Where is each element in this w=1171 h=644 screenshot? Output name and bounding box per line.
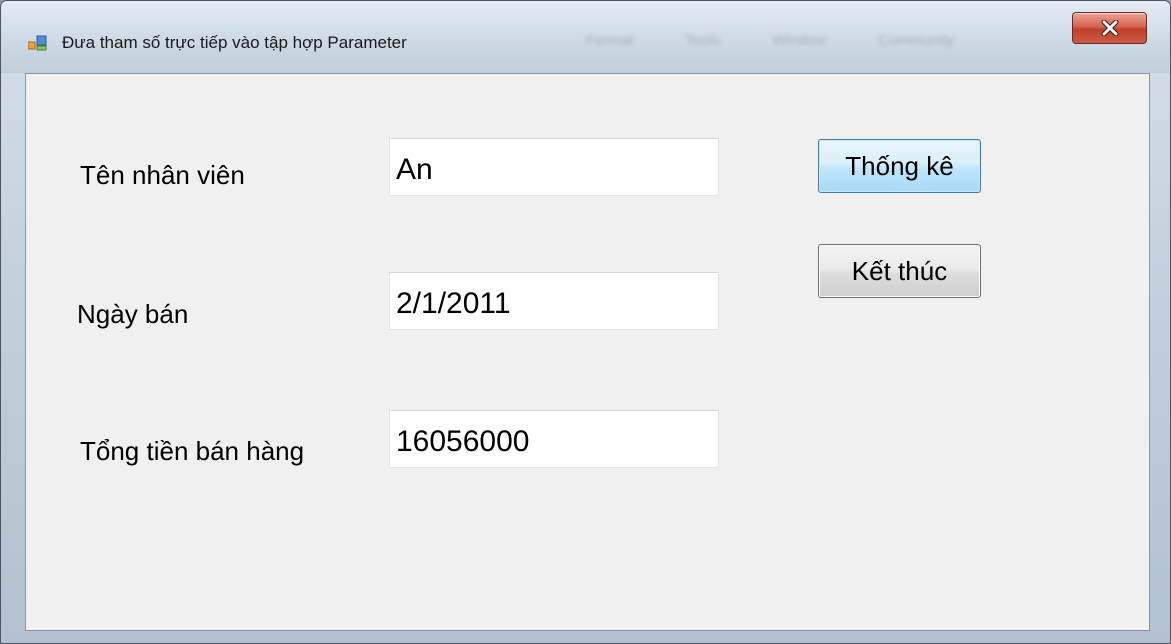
employee-name-label: Tên nhân viên <box>80 160 245 190</box>
background-menu-item: Community <box>878 32 955 49</box>
total-sales-input[interactable] <box>389 410 719 468</box>
exit-button[interactable]: Kết thúc <box>818 244 981 298</box>
total-sales-label: Tổng tiền bán hàng <box>80 436 305 466</box>
background-menu-item: Window <box>772 32 826 49</box>
form-client-area: Tên nhân viên Ngày bán Tổng tiền bán hàn… <box>25 73 1150 631</box>
employee-name-input[interactable] <box>389 138 719 196</box>
app-window: Format Tools Window Community Đưa tham s… <box>0 0 1171 644</box>
title-bar[interactable]: Format Tools Window Community Đưa tham s… <box>1 1 1170 73</box>
background-window-menu: Format Tools Window Community <box>586 32 1002 49</box>
background-menu-item: Format <box>586 32 634 49</box>
close-button[interactable] <box>1072 12 1147 44</box>
close-icon <box>1101 20 1118 36</box>
sale-date-label: Ngày bán <box>77 299 189 329</box>
background-menu-item: Tools <box>685 32 721 49</box>
window-title: Đưa tham số trực tiếp vào tập hợp Parame… <box>62 33 407 52</box>
form-app-icon[interactable] <box>27 35 48 51</box>
sale-date-input[interactable] <box>389 272 719 330</box>
statistics-button[interactable]: Thống kê <box>818 139 981 193</box>
